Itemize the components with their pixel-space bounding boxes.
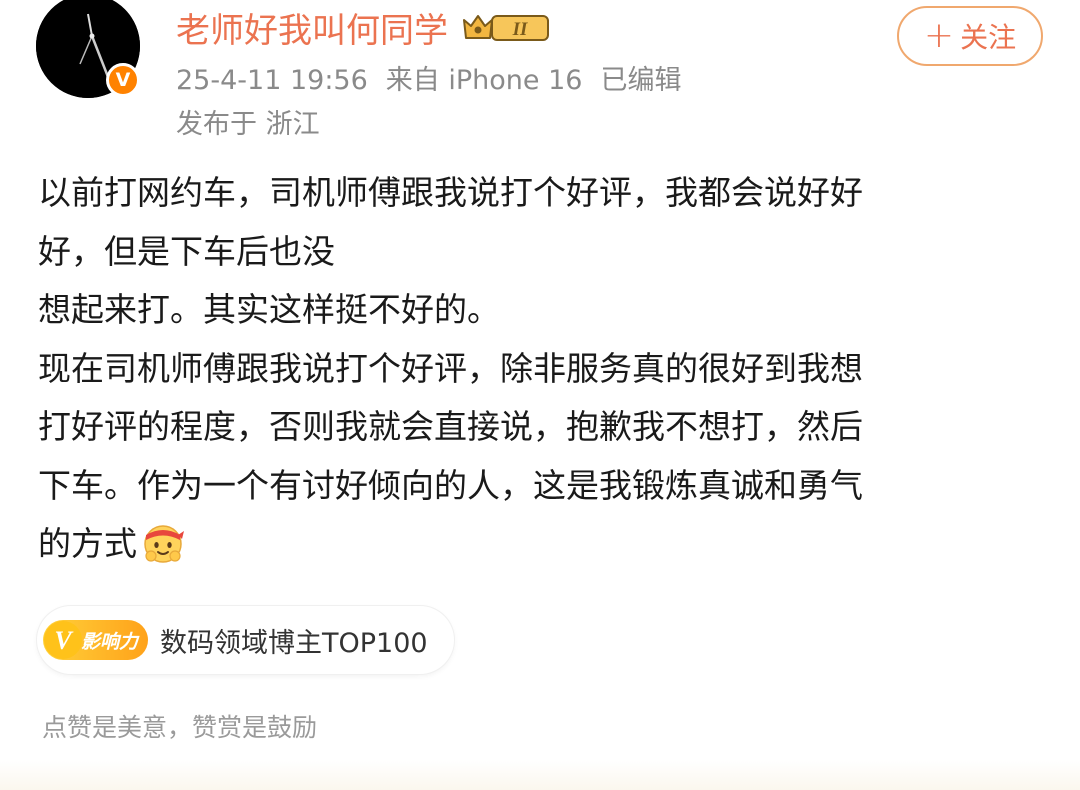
post-line: 想起来打。其实这样挺不好的。	[38, 290, 500, 329]
post-line-last: 的方式	[38, 515, 1048, 574]
post-line: 现在司机师傅跟我说打个好评，除非服务真的很好到我想	[38, 348, 863, 388]
post-text: 以前打网约车，司机师傅跟我说打个好评，我都会说好好 好，但是下车后也没 想起来打…	[38, 164, 1048, 574]
follow-button[interactable]: + 关注	[897, 6, 1043, 66]
influence-v-icon: V	[43, 620, 83, 660]
post-line: 以前打网约车，司机师傅跟我说打个好评，我都会说好好	[38, 173, 863, 212]
username-row: 老师好我叫何同学 II	[176, 2, 552, 52]
username[interactable]: 老师好我叫何同学	[176, 3, 448, 52]
fighting-emoji-icon	[144, 524, 184, 563]
crown-level-icon: II	[463, 15, 549, 41]
influence-tag-label: 影响力	[81, 630, 139, 653]
post-line: 好，但是下车后也没	[38, 231, 335, 271]
post-meta: 25-4-11 19:56 来自 iPhone 16 已编辑	[176, 58, 699, 97]
post-line: 打好评的程度，否则我就会直接说，抱歉我不想打，然后	[38, 407, 863, 446]
influence-v-shape: V	[44, 621, 82, 659]
post-source: 来自 iPhone 16	[385, 65, 583, 96]
post-location: 发布于 浙江	[176, 109, 320, 140]
influence-title: 数码领域博主TOP100	[160, 627, 428, 659]
post-line: 下车。作为一个有讨好倾向的人，这是我锻炼真诚和勇气	[38, 465, 863, 505]
bottom-fade	[0, 760, 1080, 790]
verified-badge: V	[106, 63, 140, 97]
influence-badge[interactable]: V 影响力 数码领域博主TOP100	[37, 606, 454, 674]
influence-v-letter: V	[54, 626, 74, 655]
level-badge[interactable]: II	[460, 10, 552, 44]
post-line: 的方式	[38, 524, 137, 563]
level-badge-text: II	[512, 19, 528, 40]
follow-label: 关注	[960, 21, 1017, 54]
plus-icon: +	[923, 15, 955, 56]
influence-tag: V 影响力	[43, 620, 149, 660]
reward-prompt: 点赞是美意，赞赏是鼓励	[42, 713, 318, 742]
post-timestamp: 25-4-11 19:56	[176, 65, 368, 96]
edited-label[interactable]: 已编辑	[600, 65, 681, 96]
